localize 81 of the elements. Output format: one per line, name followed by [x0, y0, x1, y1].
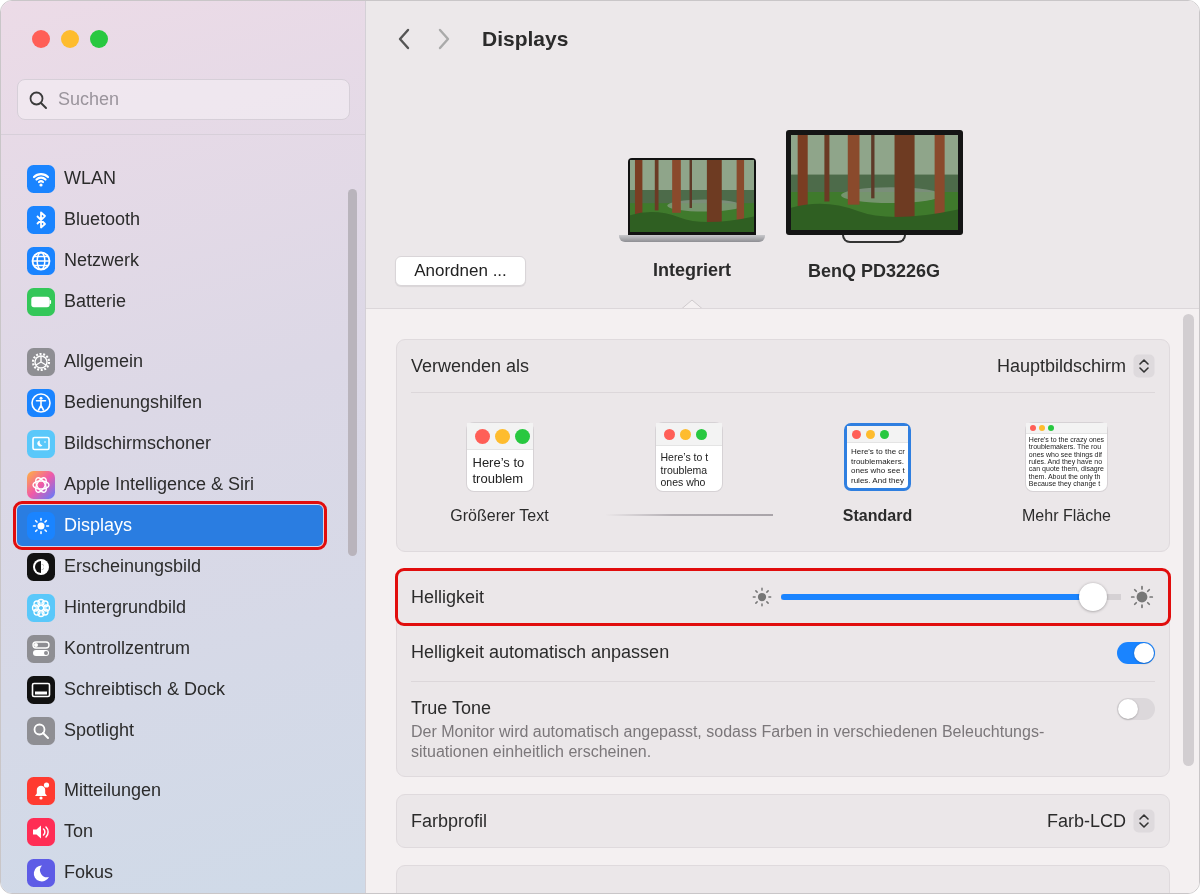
slider-thumb[interactable]	[1079, 583, 1108, 611]
sidebar-item[interactable]: Spotlight	[17, 710, 323, 751]
resolution-preview[interactable]: Here's to the cr troublemakers. ones who see t rules. And they	[844, 423, 911, 491]
scrollbar-thumb[interactable]	[348, 189, 357, 556]
resolution-label: Mehr Fläche	[1022, 507, 1111, 525]
sidebar-item[interactable]: Erscheinungsbild	[17, 546, 323, 587]
resolution-preview[interactable]: Here’s to t troublema ones who	[655, 423, 722, 491]
setting-label: Helligkeit automatisch anpassen	[411, 642, 670, 663]
resolution-label: Größerer Text	[450, 507, 549, 525]
flower-icon	[27, 593, 55, 622]
sidebar-item[interactable]: Hintergrundbild	[17, 587, 323, 628]
preview-text: troublemakers.	[851, 456, 905, 467]
monitor-stand	[842, 235, 906, 243]
setting-label: Farbprofil	[411, 810, 488, 832]
title-bar	[466, 423, 533, 450]
bluetooth-icon	[27, 205, 55, 234]
setting-label: True Tone	[411, 698, 493, 719]
back-icon[interactable]	[396, 27, 412, 51]
sidebar-item[interactable]: Mitteilungen	[17, 770, 323, 811]
sidebar-item[interactable]: Allgemein	[17, 341, 323, 382]
preview-text: Here’s to	[472, 455, 526, 471]
moon-icon	[27, 858, 55, 887]
title-bar	[847, 426, 908, 443]
preview-text: Here's to the cr	[851, 447, 905, 457]
screensaver-icon	[27, 429, 55, 458]
wifi-icon	[27, 164, 55, 193]
gear-icon	[27, 347, 55, 376]
color-profile-popup[interactable]: Farb-LCD	[1047, 809, 1155, 833]
sidebar-item[interactable]: Schreibtisch & Dock	[17, 669, 323, 710]
preview-text: troublema	[660, 463, 709, 477]
chevron-updown-icon	[1133, 809, 1155, 833]
sidebar-item[interactable]: WLAN	[17, 158, 323, 199]
chevron-updown-icon	[1133, 354, 1155, 378]
battery-icon	[27, 287, 55, 316]
brightness-low-icon	[751, 586, 773, 608]
sidebar-item[interactable]: Netzwerk	[17, 240, 323, 281]
close-button[interactable]	[32, 30, 50, 48]
preview-text: troublem	[472, 470, 525, 487]
preview-text: rules. And they	[851, 475, 905, 486]
globe-icon	[27, 246, 55, 275]
preview-text: ones who see t	[851, 466, 905, 476]
display-label[interactable]: BenQ PD3226G	[807, 261, 941, 283]
setting-description: Der Monitor wird automatisch angepasst, sodass Farben in verschiedenen Beleuchtungs-situationen einheitlich erscheinen.	[411, 722, 1046, 762]
accessibility-icon	[27, 388, 55, 417]
sun-icon	[27, 511, 55, 540]
toggle-switch[interactable]	[1117, 698, 1155, 720]
arrange-button[interactable]: Anordnen ...	[395, 256, 526, 286]
toggle-switch[interactable]	[1117, 641, 1155, 664]
preview-text: ones who	[660, 476, 707, 489]
scrollbar-thumb[interactable]	[1183, 314, 1194, 766]
setting-label: Verwenden als	[411, 355, 530, 377]
display-mode-popup[interactable]: Hauptbildschirm	[996, 354, 1155, 378]
resolution-label: Standard	[842, 507, 913, 525]
preview-text: Here’s to t	[660, 451, 710, 464]
title-bar	[655, 423, 722, 446]
contrast-icon	[27, 552, 55, 581]
brightness-high-icon	[1129, 584, 1155, 610]
search-icon	[28, 89, 48, 110]
search-field[interactable]: Suchen	[17, 79, 350, 120]
sidebar-item[interactable]: Batterie	[17, 281, 323, 322]
sidebar-item[interactable]: Bedienungshilfen	[17, 382, 323, 423]
sidebar-item[interactable]: Fokus	[17, 852, 323, 893]
sidebar-item[interactable]: Apple Intelligence & Siri	[17, 464, 323, 505]
page-title: Displays	[482, 27, 569, 51]
forward-icon[interactable]	[436, 27, 452, 51]
setting-label: Helligkeit	[411, 586, 485, 608]
bell-icon	[27, 776, 55, 805]
sidebar-item[interactable]: Kontrollzentrum	[17, 628, 323, 669]
dock-icon	[27, 675, 55, 704]
minimize-button[interactable]	[61, 30, 79, 48]
resolution-preview[interactable]: Here’s to troublem	[466, 423, 533, 491]
sidebar-item[interactable]: Bluetooth	[17, 199, 323, 240]
sidebar-item[interactable]: Ton	[17, 811, 323, 852]
zoom-button[interactable]	[90, 30, 108, 48]
toggles-icon	[27, 634, 55, 663]
display-label[interactable]: Integriert	[653, 260, 731, 282]
sidebar-item[interactable]: Bildschirmschoner	[17, 423, 323, 464]
speaker-icon	[27, 817, 55, 846]
search-input[interactable]: Suchen	[56, 88, 320, 111]
search-icon	[27, 716, 55, 745]
flower-outline-icon	[27, 470, 55, 499]
